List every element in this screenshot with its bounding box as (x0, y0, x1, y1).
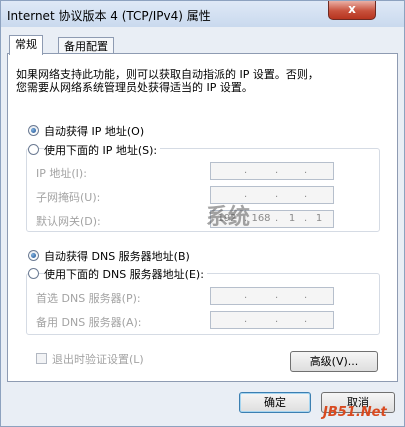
tab-alternate-config-label: 备用配置 (64, 40, 108, 53)
manual-dns-label[interactable]: 使用下面的 DNS 服务器地址(E): (44, 266, 207, 282)
validate-on-exit-checkbox[interactable] (36, 353, 47, 364)
default-gateway-octet-3: 1 (288, 213, 296, 224)
description-text: 如果网络支持此功能，则可以获取自动指派的 IP 设置。否则， 您需要从网络系统管… (16, 68, 366, 94)
auto-dns-radio[interactable] (28, 250, 39, 261)
alternate-dns-label: 备用 DNS 服务器(A): (36, 316, 142, 329)
advanced-button-label: 高级(V)... (309, 355, 359, 368)
preferred-dns-label: 首选 DNS 服务器(P): (36, 292, 141, 305)
ok-button[interactable]: 确定 (239, 392, 311, 413)
auto-dns-label[interactable]: 自动获得 DNS 服务器地址(B) (44, 248, 190, 264)
advanced-button[interactable]: 高级(V)... (290, 351, 378, 372)
manual-ip-radio[interactable] (28, 144, 39, 155)
properties-dialog: Internet 协议版本 4 (TCP/IPv4) 属性 x 常规 备用配置 … (0, 0, 405, 427)
tab-general-label: 常规 (15, 38, 37, 51)
close-button[interactable]: x (328, 1, 376, 20)
subnet-mask-label: 子网掩码(U): (36, 191, 101, 204)
tab-general[interactable]: 常规 (9, 35, 43, 55)
auto-ip-label[interactable]: 自动获得 IP 地址(O) (44, 123, 144, 139)
preferred-dns-input[interactable]: . . . (210, 287, 334, 305)
default-gateway-octet-2: 168 (251, 213, 271, 224)
close-icon: x (348, 2, 356, 16)
ok-button-label: 确定 (264, 396, 286, 409)
watermark-text: 系统 (206, 205, 251, 230)
ip-address-label: IP 地址(I): (36, 167, 87, 180)
general-panel: 如果网络支持此功能，则可以获取自动指派的 IP 设置。否则， 您需要从网络系统管… (7, 53, 398, 382)
default-gateway-label: 默认网关(D): (36, 215, 101, 228)
title-bar[interactable]: Internet 协议版本 4 (TCP/IPv4) 属性 x (1, 1, 404, 27)
ip-address-input[interactable]: . . . (210, 162, 334, 180)
manual-ip-label[interactable]: 使用下面的 IP 地址(S): (44, 142, 161, 158)
description-line-1: 如果网络支持此功能，则可以获取自动指派的 IP 设置。否则， (16, 68, 319, 81)
auto-ip-radio[interactable] (28, 125, 39, 136)
default-gateway-octet-4: 1 (315, 213, 323, 224)
validate-on-exit-label[interactable]: 退出时验证设置(L) (52, 351, 144, 367)
manual-dns-radio[interactable] (28, 268, 39, 279)
site-logo: JB51.Net (323, 405, 387, 420)
window-title: Internet 协议版本 4 (TCP/IPv4) 属性 (7, 9, 211, 23)
alternate-dns-input[interactable]: . . . (210, 311, 334, 329)
description-line-2: 您需要从网络系统管理员处获得适当的 IP 设置。 (16, 81, 253, 94)
